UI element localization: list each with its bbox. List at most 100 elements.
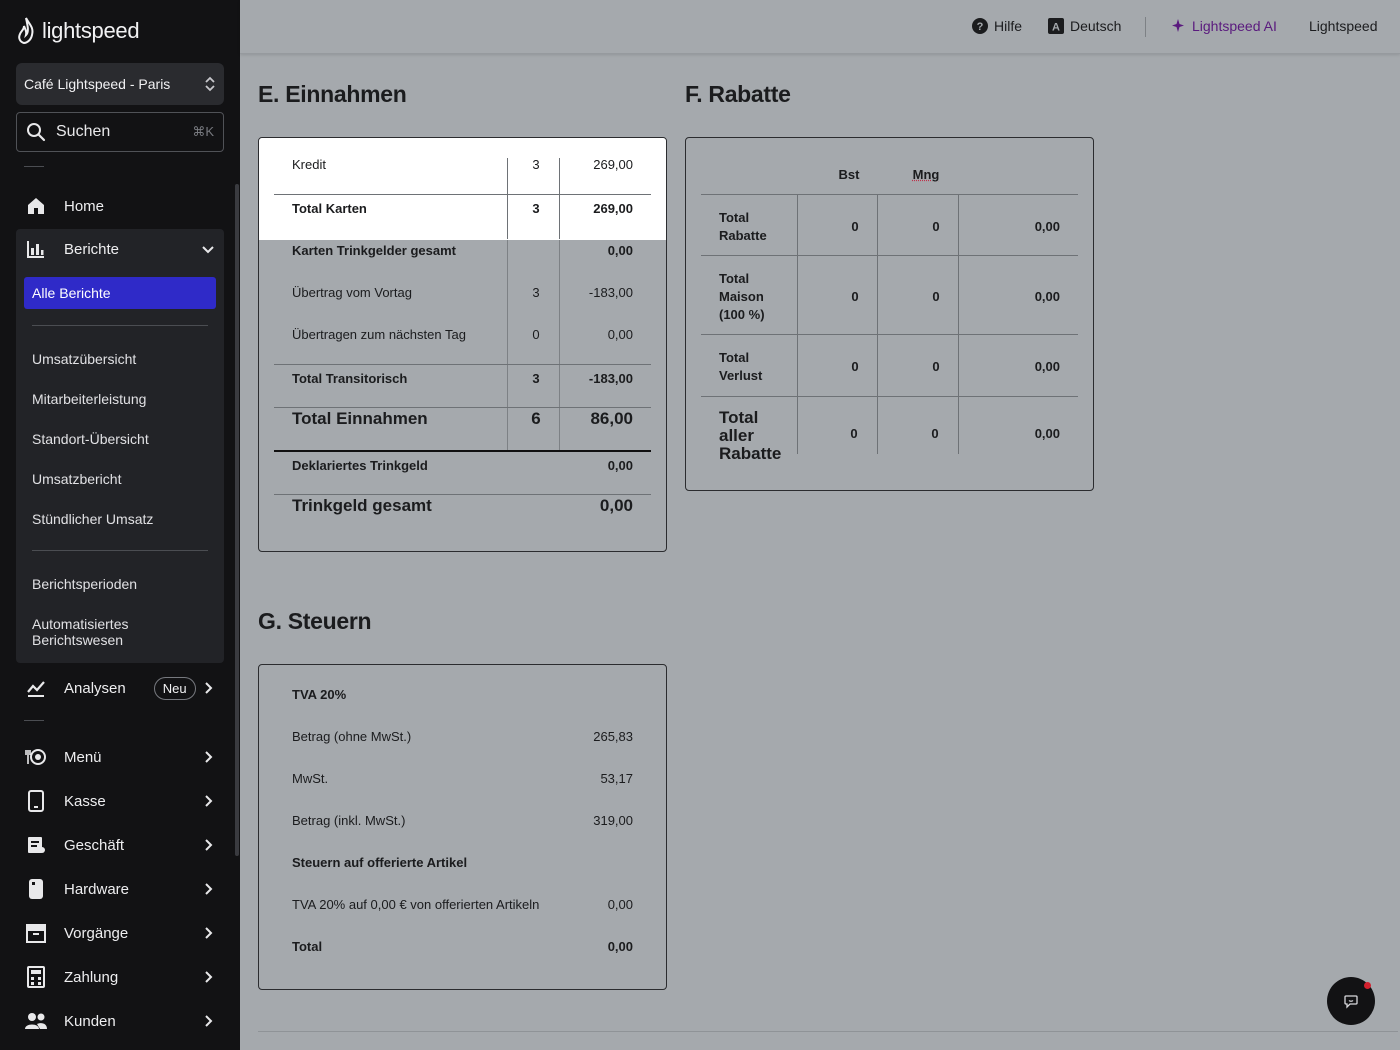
trend-icon [24, 676, 48, 700]
help-button[interactable]: ? Hilfe [972, 18, 1022, 34]
nav-automated-reporting[interactable]: Automatisiertes Berichtswesen [32, 616, 182, 648]
taxes-title: G. Steuern [258, 608, 372, 634]
row-amount: -183,00 [588, 370, 633, 386]
row-label: Total [292, 938, 323, 954]
divider [32, 550, 208, 551]
row-bst: 0 [850, 426, 858, 441]
lightspeed-ai-button[interactable]: Lightspeed AI [1172, 18, 1277, 34]
row-amount: 0,00 [607, 896, 633, 912]
chevron-right-icon [205, 1015, 213, 1027]
top-bar: ? Hilfe A Deutsch Lightspeed AI Lightspe… [240, 0, 1400, 54]
account-menu[interactable]: Lightspeed [1309, 18, 1378, 34]
row-bst: 0 [851, 219, 859, 234]
nav-menu[interactable]: Menü [16, 737, 224, 777]
language-button[interactable]: A Deutsch [1048, 18, 1121, 34]
nav-payment-label: Zahlung [64, 968, 119, 986]
row-amount: 0,00 [1034, 426, 1060, 441]
divider [274, 494, 651, 495]
divider [701, 334, 1078, 335]
divider [701, 396, 1078, 397]
nav-home-label: Home [64, 197, 105, 215]
nav-all-reports-label: Alle Berichte [32, 285, 111, 301]
row-amount: 0,00 [599, 496, 633, 515]
row-bst: 0 [851, 359, 859, 374]
nav-hourly-sales[interactable]: Stündlicher Umsatz [32, 511, 153, 527]
nav-report-periods[interactable]: Berichtsperioden [32, 576, 137, 592]
chevron-right-icon [205, 839, 213, 851]
row-count: 3 [532, 156, 540, 172]
device-icon [24, 877, 48, 901]
nav-analytics[interactable]: Analysen Neu [16, 668, 224, 708]
sidebar-scrollbar[interactable] [235, 184, 239, 856]
row-amount: 265,83 [593, 728, 633, 744]
income-title: E. Einnahmen [258, 81, 407, 107]
chevron-right-icon [205, 883, 213, 895]
search-icon [27, 123, 46, 142]
income-card: Kredit 3 269,00 Total Karten 3 269,00 Ka… [258, 137, 667, 552]
nav-sales-report[interactable]: Umsatzbericht [32, 471, 121, 487]
translate-icon: A [1048, 18, 1064, 34]
new-badge: Neu [153, 676, 196, 700]
chevron-right-icon [205, 927, 213, 939]
archive-icon [24, 921, 48, 945]
column-header-mng: Mng [912, 167, 940, 182]
lightspeed-logo[interactable]: lightspeed [16, 16, 140, 46]
divider [274, 450, 651, 452]
divider [797, 195, 798, 454]
account-label: Lightspeed [1309, 18, 1378, 34]
chevron-right-icon [205, 795, 213, 807]
row-label: Betrag (ohne MwSt.) [292, 728, 412, 744]
row-amount: 269,00 [593, 200, 633, 216]
dish-icon [24, 745, 48, 769]
nav-location-overview[interactable]: Standort-Übersicht [32, 431, 149, 447]
divider [274, 407, 651, 408]
row-bst: 0 [851, 289, 859, 304]
search-label: Suchen [56, 123, 111, 140]
nav-reports-label: Berichte [64, 240, 120, 258]
nav-hardware[interactable]: Hardware [16, 869, 224, 909]
nav-sales-overview[interactable]: Umsatzübersicht [32, 351, 136, 367]
row-label: Karten Trinkgelder gesamt [292, 242, 456, 258]
nav-hardware-label: Hardware [64, 880, 130, 898]
nav-reports[interactable]: Berichte [16, 229, 224, 269]
discounts-title: F. Rabatte [685, 81, 791, 107]
divider [24, 720, 44, 721]
nav-transactions[interactable]: Vorgänge [16, 913, 224, 953]
nav-home[interactable]: Home [16, 186, 224, 226]
language-label: Deutsch [1070, 18, 1122, 34]
nav-business[interactable]: Geschäft [16, 825, 224, 865]
nav-customers[interactable]: Kunden [16, 1001, 224, 1041]
chat-button[interactable] [1327, 977, 1375, 1025]
divider [701, 255, 1078, 256]
nav-register[interactable]: Kasse [16, 781, 224, 821]
nav-all-reports[interactable]: Alle Berichte [24, 277, 216, 309]
highlight-background [259, 138, 666, 240]
divider [701, 194, 1078, 195]
row-amount: 0,00 [607, 457, 633, 473]
row-label: TVA 20% auf 0,00 € von offerierten Artik… [292, 896, 540, 912]
row-amount: 86,00 [590, 409, 633, 428]
chevron-updown-icon [205, 76, 215, 92]
divider [32, 325, 208, 326]
row-label: Total Transitorisch [292, 370, 408, 386]
search-input[interactable]: Suchen ⌘K [16, 112, 224, 152]
store-selector[interactable]: Café Lightspeed - Paris [16, 63, 224, 105]
row-label: Total Rabatte [719, 210, 767, 243]
row-count: 3 [532, 200, 540, 216]
bar-chart-icon [24, 237, 48, 261]
help-label: Hilfe [994, 18, 1023, 34]
row-amount: 0,00 [1034, 219, 1060, 234]
row-amount: 0,00 [607, 938, 633, 954]
chevron-right-icon [205, 682, 213, 694]
notification-dot [1364, 982, 1371, 989]
nav-staff-performance[interactable]: Mitarbeiterleistung [32, 391, 146, 407]
row-label: MwSt. [292, 770, 329, 786]
row-count: 3 [532, 370, 540, 386]
row-mng: 0 [931, 426, 939, 441]
sparkle-icon [1172, 19, 1184, 32]
store-name: Café Lightspeed - Paris [24, 76, 171, 92]
nav-payment[interactable]: Zahlung [16, 957, 224, 997]
nav-transactions-label: Vorgänge [64, 924, 129, 942]
row-mng: 0 [932, 219, 940, 234]
divider [258, 1031, 1398, 1032]
